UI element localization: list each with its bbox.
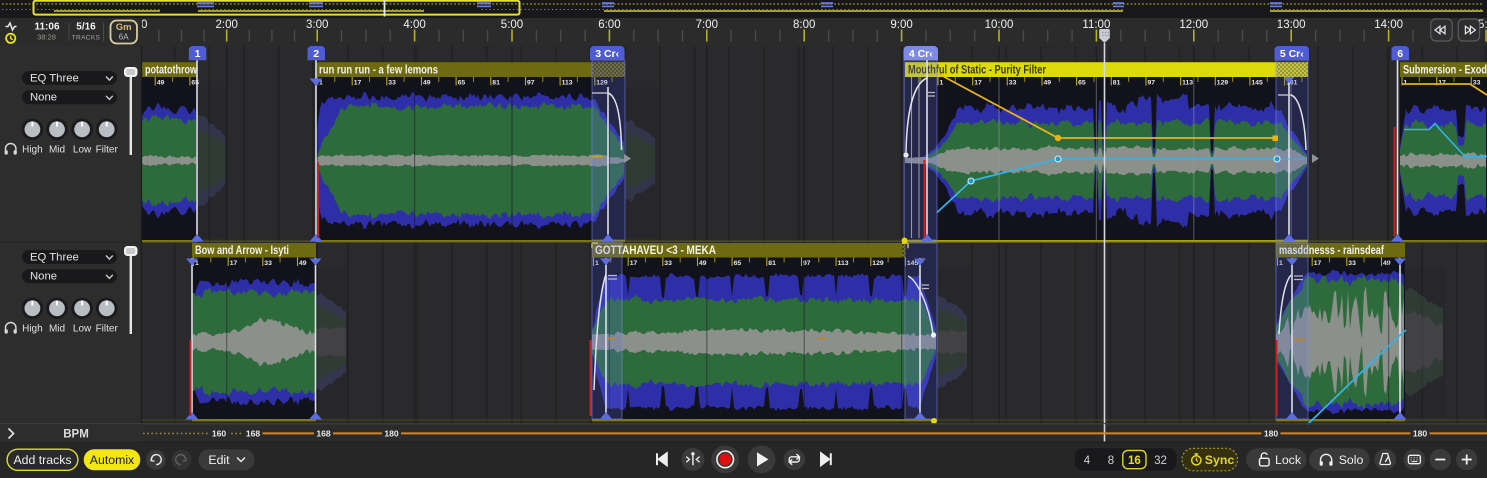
svg-text:BPM: BPM bbox=[63, 428, 89, 440]
svg-text:113: 113 bbox=[1182, 80, 1193, 87]
svg-text:97: 97 bbox=[1148, 80, 1156, 87]
svg-text:168: 168 bbox=[246, 428, 261, 438]
svg-text:81: 81 bbox=[1113, 80, 1121, 87]
svg-text:High: High bbox=[22, 145, 43, 156]
svg-text:49: 49 bbox=[299, 260, 307, 267]
svg-text:81: 81 bbox=[768, 260, 776, 267]
svg-text:2: 2 bbox=[313, 48, 319, 60]
svg-text:2:00: 2:00 bbox=[216, 19, 238, 31]
svg-text:Lock: Lock bbox=[1275, 453, 1302, 467]
svg-text:Low: Low bbox=[73, 324, 92, 335]
svg-text:65: 65 bbox=[1078, 80, 1086, 87]
svg-text:Filter: Filter bbox=[96, 145, 119, 156]
svg-text:EQ Three: EQ Three bbox=[30, 72, 79, 84]
svg-text:33: 33 bbox=[264, 260, 272, 267]
svg-text:49: 49 bbox=[1044, 80, 1052, 87]
svg-text:Mid: Mid bbox=[49, 324, 65, 335]
svg-text:113: 113 bbox=[838, 260, 849, 267]
svg-text:160: 160 bbox=[212, 428, 227, 438]
svg-text:180: 180 bbox=[1264, 428, 1279, 438]
svg-text:Filter: Filter bbox=[96, 324, 119, 335]
svg-text:65: 65 bbox=[734, 260, 742, 267]
svg-text:4: 4 bbox=[1084, 455, 1091, 467]
svg-text:Low: Low bbox=[73, 145, 92, 156]
svg-text:Add tracks: Add tracks bbox=[13, 453, 71, 467]
svg-text:High: High bbox=[22, 324, 43, 335]
svg-text:17: 17 bbox=[354, 80, 362, 87]
svg-text:Submersion - Exod: Submersion - Exod bbox=[1403, 62, 1487, 76]
svg-text:None: None bbox=[30, 92, 57, 104]
svg-text:1: 1 bbox=[195, 48, 201, 60]
svg-text:12:00: 12:00 bbox=[1179, 19, 1208, 31]
svg-text:32: 32 bbox=[1154, 455, 1167, 467]
svg-text:11:06: 11:06 bbox=[34, 22, 59, 33]
svg-text:17: 17 bbox=[230, 260, 238, 267]
svg-text:17: 17 bbox=[974, 80, 982, 87]
svg-text:Gm: Gm bbox=[116, 22, 132, 33]
svg-text:TRACKS: TRACKS bbox=[72, 35, 101, 42]
svg-text:6:00: 6:00 bbox=[598, 19, 620, 31]
svg-text:1: 1 bbox=[940, 80, 944, 87]
svg-text:3 Cr‹: 3 Cr‹ bbox=[595, 48, 619, 60]
svg-text:49: 49 bbox=[1383, 260, 1391, 267]
svg-text:33: 33 bbox=[1009, 80, 1017, 87]
svg-text:9:00: 9:00 bbox=[890, 19, 912, 31]
svg-text:10:00: 10:00 bbox=[985, 19, 1014, 31]
svg-text:168: 168 bbox=[316, 428, 331, 438]
svg-text:129: 129 bbox=[1217, 80, 1229, 87]
svg-text:4:00: 4:00 bbox=[403, 19, 425, 31]
svg-text:5 Cr‹: 5 Cr‹ bbox=[1280, 48, 1304, 60]
svg-text:33: 33 bbox=[664, 260, 672, 267]
svg-text:33: 33 bbox=[388, 80, 396, 87]
svg-text:14:00: 14:00 bbox=[1374, 19, 1403, 31]
svg-text:81: 81 bbox=[492, 80, 500, 87]
svg-text:Mid: Mid bbox=[49, 145, 65, 156]
svg-text:97: 97 bbox=[527, 80, 535, 87]
svg-text:16: 16 bbox=[1128, 455, 1141, 467]
svg-text:Solo: Solo bbox=[1339, 453, 1364, 467]
svg-text:49: 49 bbox=[699, 260, 707, 267]
svg-text:180: 180 bbox=[384, 428, 399, 438]
svg-text:4 Cr‹: 4 Cr‹ bbox=[909, 48, 933, 60]
svg-text:113: 113 bbox=[562, 80, 573, 87]
svg-text:8: 8 bbox=[1108, 455, 1114, 467]
svg-text:49: 49 bbox=[157, 80, 165, 87]
svg-text:run run run - a few lemons: run run run - a few lemons bbox=[319, 62, 438, 76]
svg-text:6: 6 bbox=[1397, 48, 1403, 60]
svg-text:5/16: 5/16 bbox=[76, 22, 96, 33]
svg-text:Edit: Edit bbox=[208, 453, 230, 467]
svg-text:Bow and Arrow - Isyti: Bow and Arrow - Isyti bbox=[195, 243, 289, 257]
svg-text:145: 145 bbox=[1251, 80, 1263, 87]
svg-text:17: 17 bbox=[1314, 260, 1322, 267]
svg-text:180: 180 bbox=[1413, 428, 1428, 438]
svg-text:Sync: Sync bbox=[1205, 453, 1235, 467]
svg-text:65: 65 bbox=[191, 80, 199, 87]
svg-text:3:00: 3:00 bbox=[306, 19, 328, 31]
svg-text:5:00: 5:00 bbox=[501, 19, 523, 31]
svg-text:None: None bbox=[30, 271, 57, 283]
svg-text:7:00: 7:00 bbox=[696, 19, 718, 31]
svg-text:13:00: 13:00 bbox=[1277, 19, 1306, 31]
svg-text:potatothrow: potatothrow bbox=[145, 62, 197, 76]
svg-text:6A: 6A bbox=[119, 33, 129, 42]
svg-text:EQ Three: EQ Three bbox=[30, 251, 79, 263]
svg-text:129: 129 bbox=[872, 260, 884, 267]
svg-text:17: 17 bbox=[630, 260, 638, 267]
svg-text:49: 49 bbox=[423, 80, 431, 87]
svg-text:65: 65 bbox=[458, 80, 466, 87]
svg-text:38:28: 38:28 bbox=[37, 33, 56, 42]
svg-text:Automix: Automix bbox=[90, 453, 135, 467]
svg-text:33: 33 bbox=[1348, 260, 1356, 267]
svg-text:8:00: 8:00 bbox=[793, 19, 815, 31]
